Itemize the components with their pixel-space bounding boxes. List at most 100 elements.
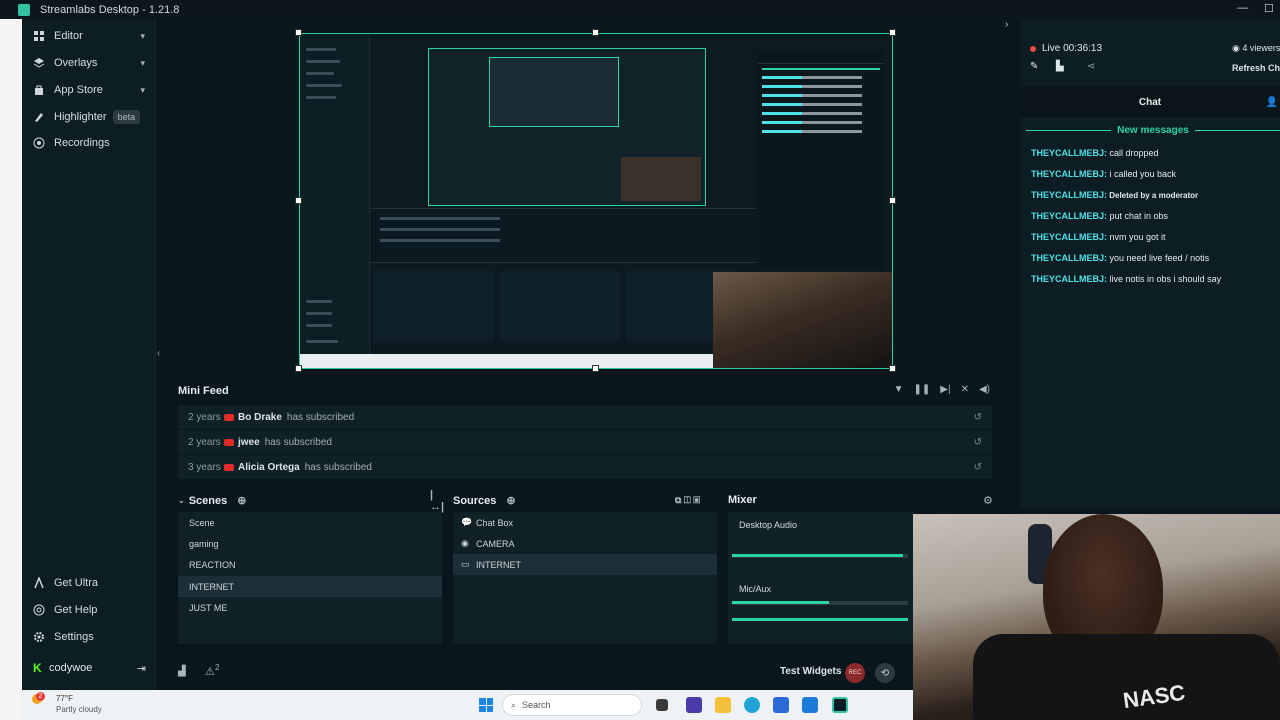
- chevron-down-icon[interactable]: ▾: [140, 58, 145, 69]
- sidebar-item-recordings[interactable]: Recordings: [22, 130, 156, 156]
- taskbar-search[interactable]: ⌕ Search: [502, 694, 642, 716]
- teams-icon[interactable]: [686, 697, 702, 713]
- resize-handle[interactable]: [889, 29, 896, 36]
- source-item[interactable]: ◉ CAMERA: [453, 533, 717, 554]
- logout-icon[interactable]: ⇥: [137, 662, 146, 675]
- sidebar-item-get-help[interactable]: Get Help: [22, 597, 156, 623]
- record-button[interactable]: REC: [845, 663, 865, 683]
- mixer-panel: Desktop Audio Mic/Aux: [728, 512, 913, 644]
- notification-badge: 2: [36, 692, 45, 701]
- tab-chat[interactable]: Chat 👤: [1020, 87, 1280, 117]
- scenes-title: Scenes: [188, 494, 228, 507]
- source-item-selected[interactable]: ▭ INTERNET: [453, 554, 717, 575]
- alerts-icon[interactable]: ⚠: [205, 665, 215, 678]
- edge-browser-icon[interactable]: [744, 697, 760, 713]
- help-icon: [33, 604, 45, 616]
- user-list-icon[interactable]: 👤: [1266, 97, 1278, 108]
- user-account[interactable]: K codywoe ⇥: [22, 655, 156, 681]
- sidebar-item-app-store[interactable]: App Store ▾: [22, 77, 156, 103]
- sidebar-item-settings[interactable]: Settings: [22, 624, 156, 650]
- volume-icon[interactable]: ◀): [979, 384, 990, 395]
- resize-handle[interactable]: [592, 29, 599, 36]
- new-messages-divider: New messages: [1026, 125, 1280, 136]
- feed-user: Alicia Ortega: [238, 461, 300, 473]
- chevron-down-icon[interactable]: ⌄: [178, 496, 185, 505]
- streamlabs-taskbar-icon[interactable]: [832, 697, 848, 713]
- recursive-preview: [428, 48, 706, 206]
- windows-start-icon[interactable]: [479, 698, 493, 712]
- outlook-icon[interactable]: [802, 697, 818, 713]
- youtube-icon: [224, 438, 234, 446]
- preview-canvas[interactable]: [299, 33, 893, 369]
- scene-item-selected[interactable]: INTERNET: [178, 576, 442, 597]
- store-icon[interactable]: [773, 697, 789, 713]
- skip-icon[interactable]: ▶|: [940, 384, 950, 395]
- share-icon[interactable]: ⋖: [1087, 61, 1095, 72]
- replay-icon[interactable]: ↺: [974, 412, 982, 423]
- dashboard-icon[interactable]: ▙: [1056, 61, 1064, 72]
- resize-handle[interactable]: [295, 29, 302, 36]
- replay-buffer-icon[interactable]: ⟲: [875, 663, 895, 683]
- resize-handle[interactable]: [592, 365, 599, 372]
- pause-icon[interactable]: ❚❚: [914, 384, 931, 395]
- scene-item[interactable]: gaming: [178, 533, 442, 554]
- feed-row[interactable]: 3 years Alicia Ortega has subscribed ↺: [178, 455, 992, 479]
- chevron-down-icon[interactable]: ▾: [140, 85, 145, 96]
- recursive-docks: [370, 262, 756, 354]
- resize-handle[interactable]: [889, 365, 896, 372]
- sidebar-item-get-ultra[interactable]: Get Ultra: [22, 570, 156, 596]
- refresh-chat-button[interactable]: Refresh Chat: [1232, 63, 1280, 73]
- sidebar-item-editor[interactable]: Editor ▾: [22, 23, 156, 49]
- add-source-icon[interactable]: ⊕: [506, 494, 515, 507]
- recursive-sidebar: [300, 34, 370, 368]
- replay-icon[interactable]: ↺: [974, 437, 982, 448]
- window-title: Streamlabs Desktop - 1.21.8: [40, 3, 180, 16]
- minimize-button[interactable]: —: [1237, 2, 1248, 15]
- mixer-settings-gear-icon[interactable]: ⚙: [983, 494, 993, 507]
- resize-handle[interactable]: [295, 365, 302, 372]
- chat-message: THEYCALLMEBJ: nvm you got it: [1031, 232, 1166, 242]
- collapse-chat-icon[interactable]: ›: [1005, 19, 1008, 30]
- live-dot-icon: [1030, 45, 1036, 52]
- feed-row[interactable]: 2 years jwee has subscribed ↺: [178, 430, 992, 454]
- chevron-down-icon[interactable]: ▾: [140, 31, 145, 42]
- replay-icon[interactable]: ↺: [974, 462, 982, 473]
- mute-alerts-icon[interactable]: ✕: [961, 384, 969, 395]
- volume-slider[interactable]: [732, 618, 908, 621]
- scene-item[interactable]: Scene: [178, 512, 442, 533]
- source-item[interactable]: 💬 Chat Box: [453, 512, 717, 533]
- source-tools-icon[interactable]: ⧉ ◫ ▣: [675, 495, 700, 506]
- editor-docks: ⌄ Scenes ⊕ |↔| Scene gaming REACTION INT…: [172, 488, 1000, 648]
- sidebar-item-overlays[interactable]: Overlays ▾: [22, 50, 156, 76]
- file-explorer-icon[interactable]: [715, 697, 731, 713]
- highlighter-icon: [33, 111, 45, 123]
- feed-action: has subscribed: [286, 411, 355, 423]
- scene-item[interactable]: REACTION: [178, 554, 442, 575]
- volume-level: [732, 554, 903, 557]
- feed-row[interactable]: 2 years Bo Drake has subscribed ↺: [178, 405, 992, 429]
- resize-handle[interactable]: [295, 197, 302, 204]
- scene-transitions-icon[interactable]: |↔|: [430, 489, 444, 513]
- filter-icon[interactable]: ▼: [894, 384, 904, 395]
- search-icon: ⌕: [511, 699, 517, 710]
- test-widgets-button[interactable]: Test Widgets: [780, 666, 841, 677]
- collapse-sidebar-icon[interactable]: ‹: [157, 348, 160, 359]
- weather-widget[interactable]: 2 77°F Partly cloudy: [32, 692, 102, 714]
- alert-count: 2: [215, 663, 220, 672]
- weather-desc: Partly cloudy: [56, 705, 102, 714]
- edit-stream-info-icon[interactable]: ✎: [1030, 61, 1038, 72]
- maximize-button[interactable]: ☐: [1264, 2, 1274, 15]
- resize-handle[interactable]: [889, 197, 896, 204]
- app-store-icon: [33, 84, 45, 96]
- add-scene-icon[interactable]: ⊕: [237, 494, 246, 507]
- recursive-taskbar: [300, 354, 713, 368]
- performance-icon[interactable]: ▟: [178, 666, 186, 677]
- feed-action: has subscribed: [304, 461, 372, 473]
- overlays-icon: [33, 57, 45, 69]
- scene-item[interactable]: JUST ME: [178, 597, 442, 618]
- feed-user: Bo Drake: [238, 411, 282, 423]
- sidebar: Editor ▾ Overlays ▾ App Store ▾ Highligh…: [22, 19, 156, 690]
- recursive-minifeed: [370, 208, 756, 262]
- sidebar-item-highlighter[interactable]: Highlighter beta: [22, 104, 156, 130]
- task-view-icon[interactable]: [656, 699, 668, 711]
